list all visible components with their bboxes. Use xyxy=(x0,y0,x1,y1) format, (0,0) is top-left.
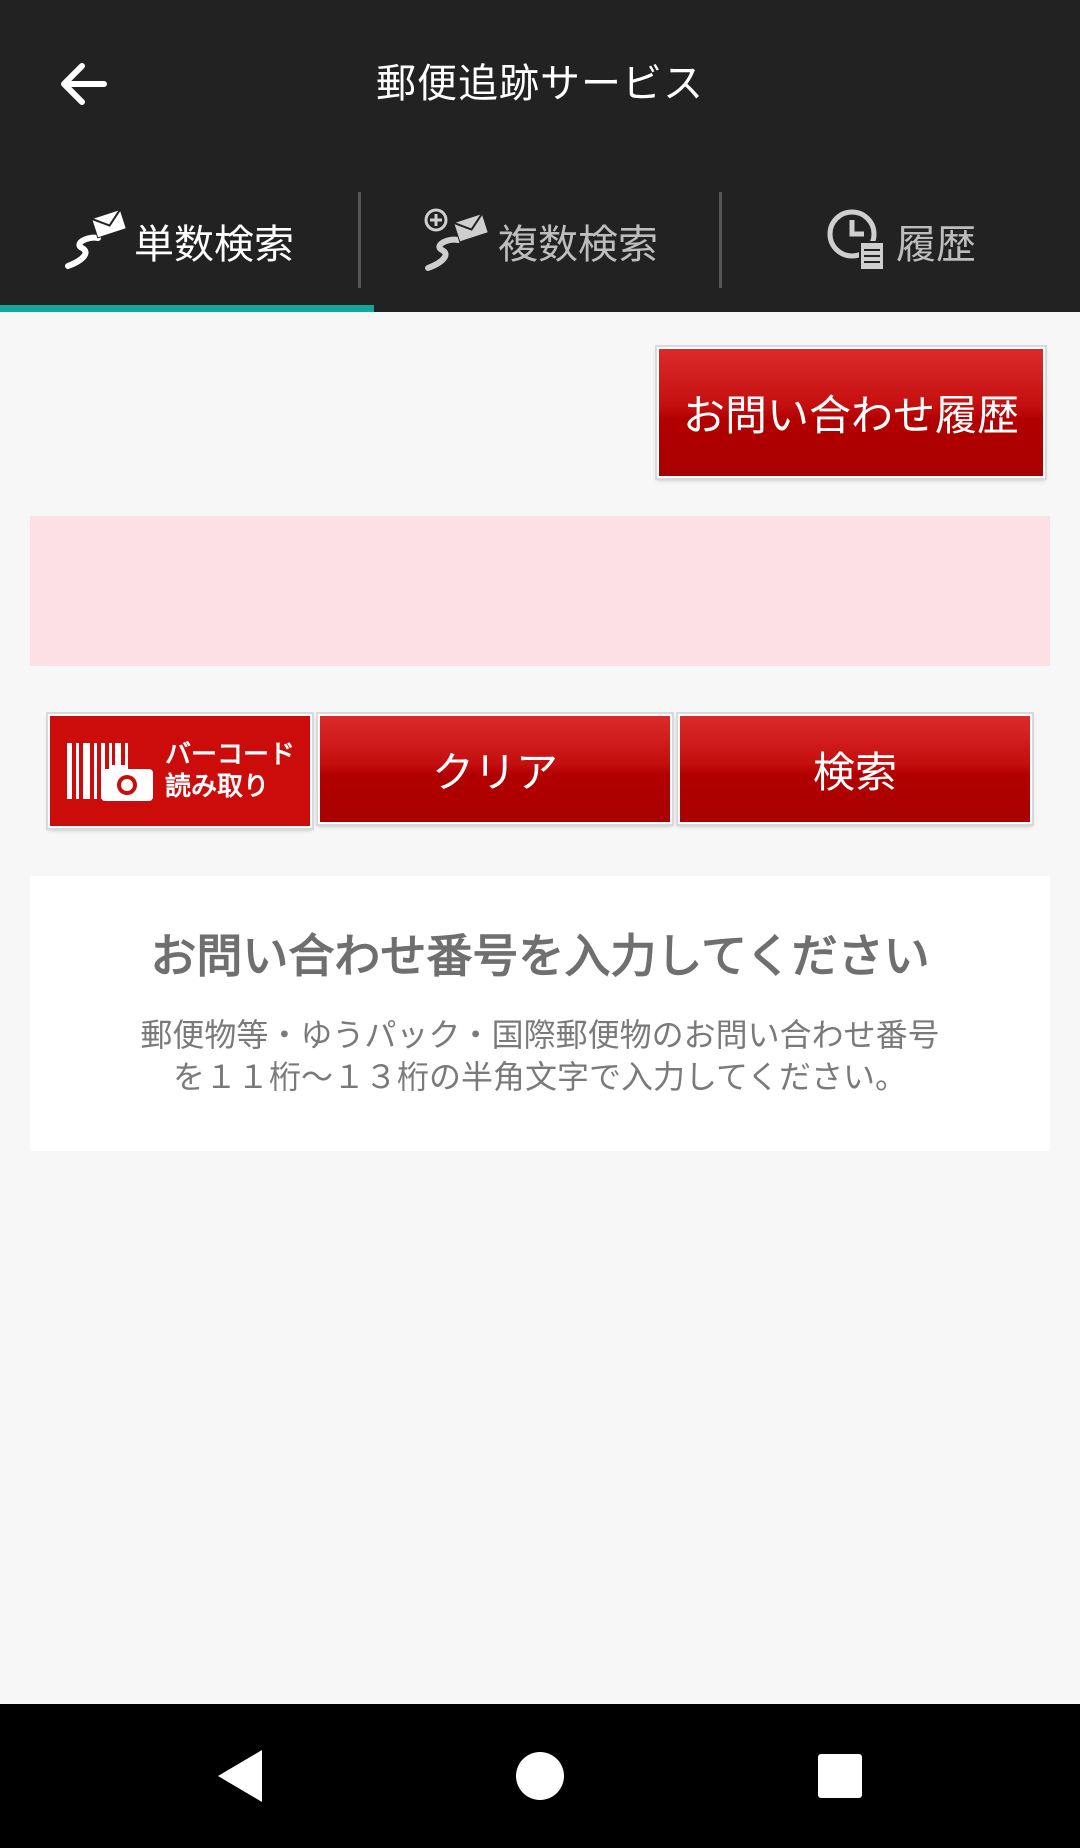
nav-home-button[interactable] xyxy=(480,1704,600,1848)
tab-bar: 単数検索 複数検索 履歴 xyxy=(0,170,1080,312)
tab-multi-search[interactable]: 複数検索 xyxy=(361,170,719,312)
barcode-camera-icon xyxy=(66,743,153,801)
active-tab-indicator xyxy=(0,305,374,312)
inquiry-history-button[interactable]: お問い合わせ履歴 xyxy=(657,347,1045,478)
tab-label: 履歴 xyxy=(896,222,976,268)
single-search-icon xyxy=(64,208,130,274)
history-icon xyxy=(826,208,892,274)
instruction-line-1: 郵便物等・ゆうパック・国際郵便物のお問い合わせ番号 xyxy=(140,1016,940,1054)
search-button[interactable]: 検索 xyxy=(678,714,1032,824)
system-nav-bar xyxy=(0,1704,1080,1848)
nav-recents-button[interactable] xyxy=(780,1704,900,1848)
barcode-label-line2: 読み取り xyxy=(164,772,269,802)
multi-search-icon xyxy=(422,208,494,274)
instruction-line-2: を１１桁～１３桁の半角文字で入力してください。 xyxy=(172,1058,908,1096)
search-label: 検索 xyxy=(812,747,897,797)
app-bar: 郵便追跡サービス xyxy=(0,0,1080,170)
inquiry-history-label: お問い合わせ履歴 xyxy=(682,391,1019,440)
tab-label: 複数検索 xyxy=(498,222,658,268)
instruction-description: 郵便物等・ゆうパック・国際郵便物のお問い合わせ番号 を１１桁～１３桁の半角文字で… xyxy=(30,1014,1050,1098)
barcode-scan-button[interactable]: バーコード 読み取り xyxy=(48,714,312,828)
tab-single-search[interactable]: 単数検索 xyxy=(0,170,358,312)
instruction-title: お問い合わせ番号を入力してください xyxy=(150,929,930,983)
tab-history[interactable]: 履歴 xyxy=(722,170,1080,312)
nav-home-icon xyxy=(516,1752,564,1800)
clear-label: クリア xyxy=(431,747,558,797)
nav-back-icon xyxy=(218,1750,262,1802)
nav-recents-icon xyxy=(818,1754,862,1798)
instruction-panel: お問い合わせ番号を入力してください 郵便物等・ゆうパック・国際郵便物のお問い合わ… xyxy=(30,876,1050,1151)
barcode-label-line1: バーコード xyxy=(164,740,295,770)
tracking-number-input[interactable] xyxy=(30,516,1050,666)
tab-label: 単数検索 xyxy=(134,222,294,268)
clear-button[interactable]: クリア xyxy=(318,714,672,824)
nav-back-button[interactable] xyxy=(180,1704,300,1848)
page-title: 郵便追跡サービス xyxy=(376,61,704,107)
